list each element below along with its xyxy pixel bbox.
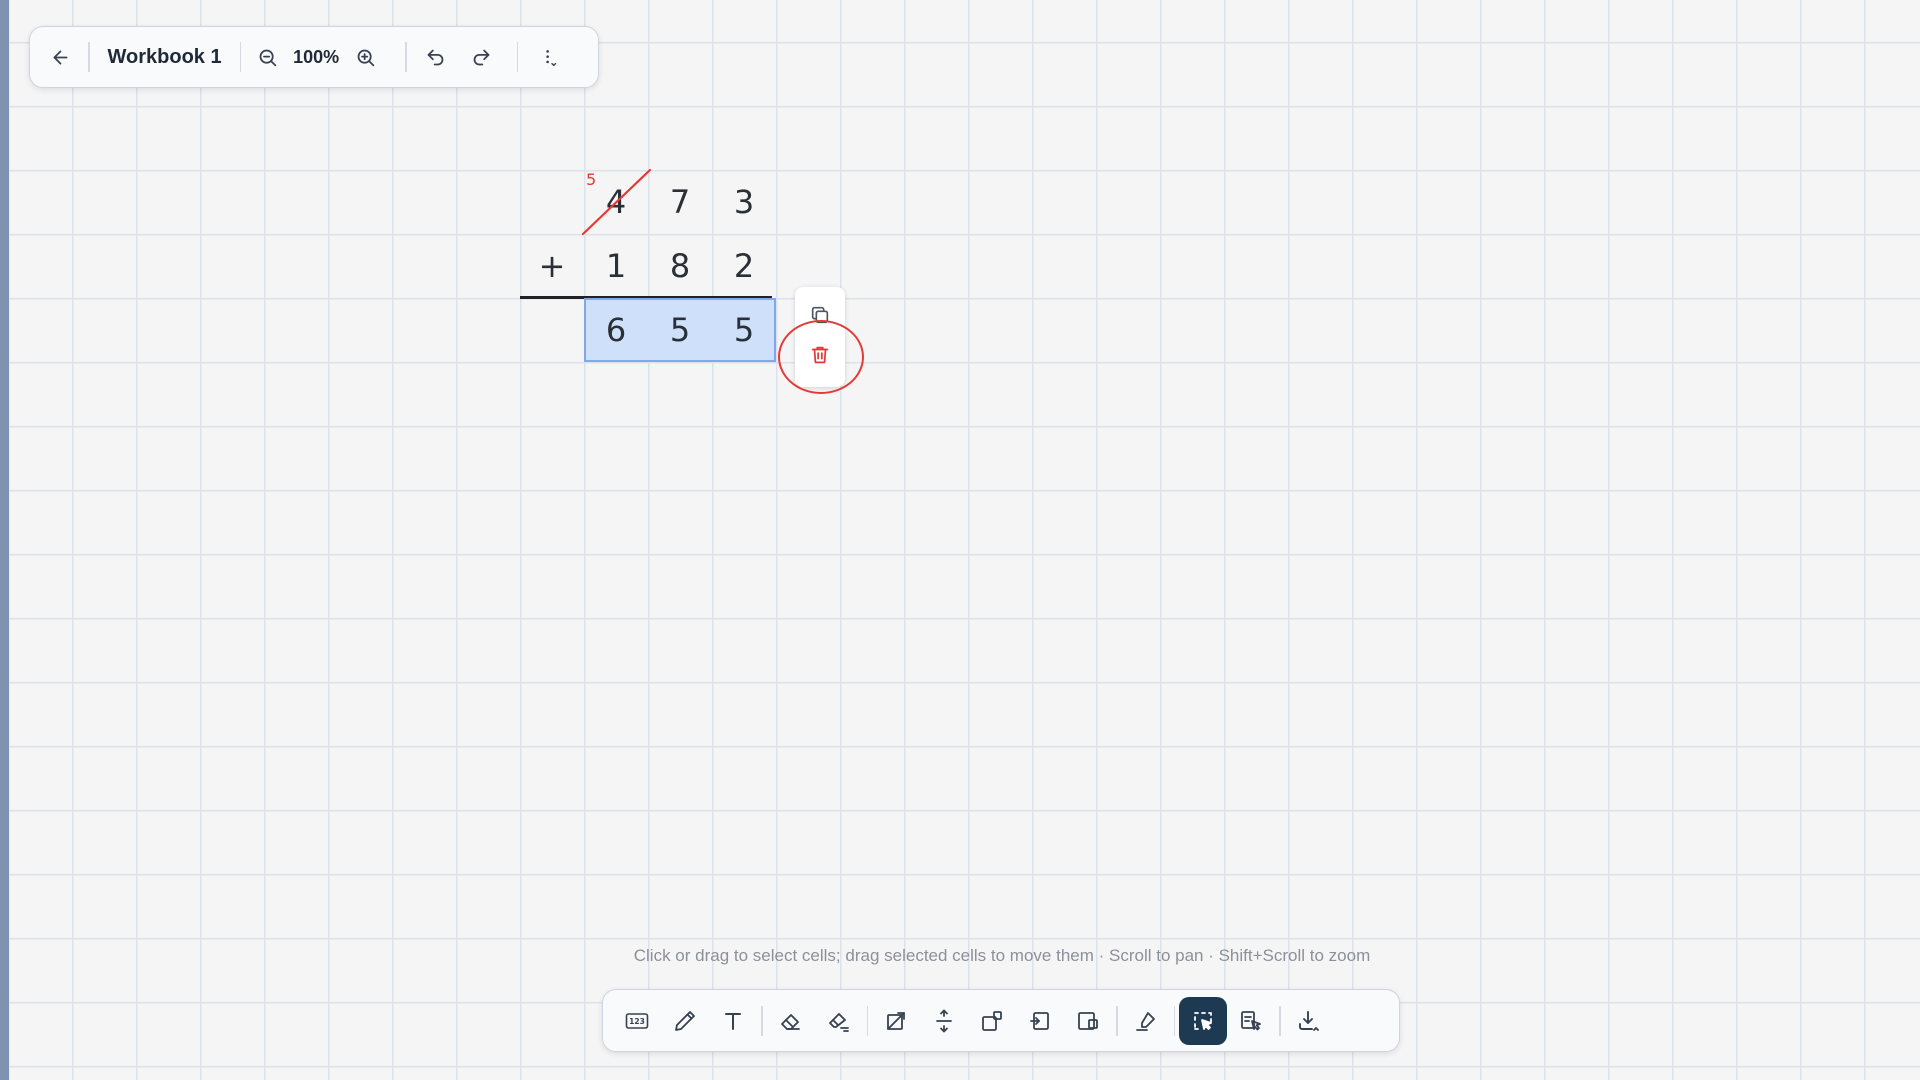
back-button[interactable]	[38, 35, 82, 79]
select-cells-tool-button[interactable]	[1179, 996, 1227, 1045]
number-tool-label: 123	[629, 1017, 645, 1026]
highlighter-icon	[1135, 1011, 1155, 1031]
pencil-icon	[675, 1010, 695, 1031]
select-region-icon	[1241, 1010, 1261, 1030]
zoom-in-icon	[357, 49, 374, 66]
trash-icon	[811, 346, 829, 364]
zoom-out-button[interactable]	[247, 35, 287, 79]
division-tool-button[interactable]	[920, 997, 968, 1045]
divider	[239, 42, 242, 72]
eraser-tool-button[interactable]	[767, 997, 815, 1045]
digit-cell[interactable]: 7	[648, 170, 712, 234]
divider	[866, 1005, 868, 1036]
divider	[88, 42, 90, 72]
top-toolbar: Workbook 1 100%	[29, 26, 599, 88]
selection-actions	[795, 287, 845, 387]
insert-box-button[interactable]	[968, 997, 1016, 1045]
result-cell[interactable]: 5	[648, 298, 712, 362]
redo-button[interactable]	[459, 35, 505, 79]
box-plus-icon	[982, 1010, 1002, 1031]
operator-cell[interactable]: +	[520, 234, 584, 298]
diagonal-line-tool-button[interactable]	[872, 997, 920, 1045]
box-diagonal-icon	[887, 1011, 905, 1030]
hint-text: Click or drag to select cells; drag sele…	[633, 946, 1371, 965]
divide-icon	[936, 1008, 952, 1033]
copy-selection-button[interactable]	[795, 293, 845, 337]
zoom-in-button[interactable]	[345, 35, 385, 79]
divider	[1173, 1005, 1175, 1036]
text-icon	[725, 1012, 741, 1030]
delete-selection-button[interactable]	[795, 333, 845, 377]
undo-icon	[427, 49, 444, 65]
divider	[761, 1005, 763, 1036]
pen-tool-button[interactable]	[661, 997, 709, 1045]
text-tool-button[interactable]	[709, 997, 757, 1045]
digit-cell[interactable]: 8	[648, 234, 712, 298]
number-tool-button[interactable]: 123	[613, 997, 661, 1045]
zoom-level[interactable]: 100%	[287, 47, 345, 68]
left-edge-bar	[0, 0, 9, 1080]
more-vertical-icon	[545, 49, 556, 66]
divider	[405, 42, 407, 72]
more-menu-button[interactable]	[524, 35, 572, 79]
digit-cell[interactable]: 1	[584, 234, 648, 298]
bottom-toolbar: 123	[602, 989, 1400, 1052]
highlighter-tool-button[interactable]	[1122, 997, 1170, 1045]
divider	[516, 42, 519, 72]
undo-button[interactable]	[413, 35, 459, 79]
digit-cell[interactable]: 3	[712, 170, 776, 234]
column-insert-icon	[1030, 1011, 1049, 1030]
arrow-left-icon	[53, 50, 67, 64]
clear-ink-button[interactable]	[815, 997, 863, 1045]
eraser-lines-icon	[828, 1012, 849, 1032]
select-region-tool-button[interactable]	[1227, 997, 1275, 1045]
eraser-icon	[780, 1013, 800, 1030]
row-insert-icon	[1078, 1011, 1098, 1030]
insert-row-button[interactable]	[1064, 997, 1112, 1045]
divider	[1279, 1005, 1281, 1036]
select-cursor-icon	[1194, 1011, 1212, 1030]
result-cell[interactable]: 6	[584, 298, 648, 362]
result-cell[interactable]: 5	[712, 298, 776, 362]
number-input-icon: 123	[625, 1012, 649, 1029]
insert-column-button[interactable]	[1016, 997, 1064, 1045]
zoom-out-icon	[259, 49, 276, 66]
download-icon	[1298, 1010, 1319, 1031]
download-menu-button[interactable]	[1285, 997, 1333, 1045]
digit-cell[interactable]: 2	[712, 234, 776, 298]
workbook-title[interactable]: Workbook 1	[96, 46, 234, 69]
redo-icon	[473, 49, 490, 65]
divider	[1116, 1005, 1118, 1036]
strike-through-mark	[581, 168, 652, 236]
copy-icon	[811, 306, 829, 324]
